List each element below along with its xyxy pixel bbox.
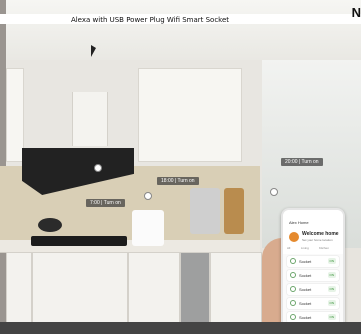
phone-welcome: Welcome home <box>302 231 339 237</box>
hood-chimney <box>72 92 108 146</box>
phone-subtitle: Set your home location <box>302 238 333 242</box>
smart-plug-2 <box>144 192 152 200</box>
device-row[interactable]: Socket ON <box>287 270 339 281</box>
phone-tabs: All Living Kitchen <box>287 246 339 252</box>
avatar <box>289 232 299 242</box>
timer-label-2: 20:00 | Turn on <box>281 158 323 166</box>
phone-user-name[interactable]: Alex Home <box>289 220 309 225</box>
device-name: Socket <box>299 273 312 278</box>
power-icon <box>290 314 296 320</box>
stove <box>31 236 127 246</box>
device-row[interactable]: Socket ON <box>287 284 339 295</box>
wall-cabinet-glass <box>138 68 242 162</box>
tab-kitchen[interactable]: Kitchen <box>319 246 329 250</box>
device-status[interactable]: ON <box>327 314 336 320</box>
smart-plug-3 <box>270 188 278 196</box>
page-title: Alexa with USB Power Plug Wifi Smart Soc… <box>70 16 230 24</box>
power-icon <box>290 286 296 292</box>
device-status[interactable]: ON <box>327 286 336 292</box>
device-status[interactable]: ON <box>327 300 336 306</box>
tab-all[interactable]: All <box>287 246 290 250</box>
device-status[interactable]: ON <box>327 272 336 278</box>
tab-living[interactable]: Living <box>301 246 309 250</box>
ceiling <box>0 0 361 60</box>
wok <box>38 218 62 232</box>
device-name: Socket <box>299 315 312 320</box>
brand-letter: N <box>351 5 361 20</box>
device-row[interactable]: Socket ON <box>287 256 339 267</box>
timer-label-1: 18:00 | Turn on <box>157 177 199 185</box>
device-row[interactable]: Socket ON <box>287 298 339 309</box>
smartphone: Alex Home Welcome home Set your home loc… <box>281 208 345 334</box>
device-status[interactable]: ON <box>327 258 336 264</box>
cutting-board <box>224 188 244 234</box>
timer-label-3: 7:00 | Turn on <box>86 199 125 207</box>
power-icon <box>290 272 296 278</box>
power-icon <box>290 300 296 306</box>
device-name: Socket <box>299 259 312 264</box>
device-name: Socket <box>299 287 312 292</box>
wall-cabinet-left <box>6 68 24 162</box>
toaster <box>132 210 164 246</box>
mouse-cursor-icon <box>91 45 96 57</box>
smart-plug-1 <box>94 164 102 172</box>
phone-header: Alex Home Welcome home Set your home loc… <box>283 210 343 254</box>
kettle <box>190 188 220 234</box>
device-name: Socket <box>299 301 312 306</box>
power-icon <box>290 258 296 264</box>
bottom-bar <box>0 322 361 334</box>
